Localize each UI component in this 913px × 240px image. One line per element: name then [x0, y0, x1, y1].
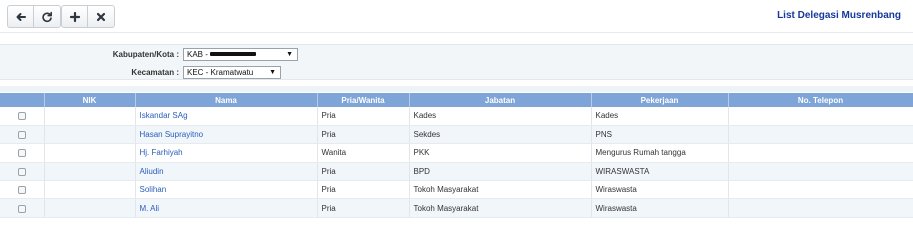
- gender-cell: Pria: [317, 162, 410, 182]
- gender-cell: Pria: [317, 125, 410, 145]
- table-row[interactable]: Iskandar SAg Pria Kades Kades: [0, 107, 913, 126]
- column-header-gender[interactable]: Pria/Wanita: [317, 93, 410, 107]
- row-checkbox[interactable]: [17, 149, 26, 158]
- pekerjaan-cell: Wiraswasta: [591, 180, 729, 200]
- row-checkbox-cell: [0, 162, 45, 182]
- column-header-telepon[interactable]: No. Telepon: [728, 93, 913, 107]
- pekerjaan-cell: Wiraswasta: [591, 198, 729, 218]
- row-checkbox-cell: [0, 143, 45, 163]
- nama-link[interactable]: Iskandar SAg: [135, 107, 318, 126]
- gender-cell: Wanita: [317, 143, 410, 163]
- kecamatan-value: KEC - Kramatwatu: [187, 67, 254, 77]
- row-checkbox-cell: [0, 125, 45, 145]
- jabatan-cell: Tokoh Masyarakat: [409, 198, 592, 218]
- dropdown-arrow-icon: ▼: [269, 68, 276, 76]
- gender-cell: Pria: [317, 180, 410, 200]
- kabupaten-select[interactable]: KAB - ▼: [183, 47, 298, 61]
- filter-row-kabupaten: Kabupaten/Kota : KAB - ▼: [0, 46, 298, 62]
- kabupaten-label: Kabupaten/Kota :: [112, 49, 179, 59]
- row-checkbox[interactable]: [17, 204, 26, 213]
- add-button[interactable]: [62, 6, 88, 27]
- nik-cell: [44, 143, 136, 163]
- refresh-button[interactable]: [34, 6, 60, 27]
- pekerjaan-cell: Mengurus Rumah tangga: [591, 143, 729, 163]
- nik-cell: [44, 125, 136, 145]
- row-checkbox[interactable]: [17, 112, 26, 121]
- nik-cell: [44, 107, 136, 126]
- delegate-table: NIK Nama Pria/Wanita Jabatan Pekerjaan N…: [0, 93, 913, 218]
- jabatan-cell: Tokoh Masyarakat: [409, 180, 592, 200]
- row-checkbox[interactable]: [17, 167, 26, 176]
- nama-link[interactable]: Hasan Suprayitno: [135, 125, 318, 145]
- page-title: List Delegasi Musrenbang: [777, 10, 901, 21]
- row-checkbox-cell: [0, 198, 45, 218]
- telepon-cell: [728, 180, 913, 200]
- telepon-cell: [728, 125, 913, 145]
- column-header-nama[interactable]: Nama: [135, 93, 318, 107]
- table-header-row: NIK Nama Pria/Wanita Jabatan Pekerjaan N…: [0, 93, 913, 107]
- jabatan-cell: BPD: [409, 162, 592, 182]
- jabatan-cell: Sekdes: [409, 125, 592, 145]
- refresh-icon: [42, 11, 52, 22]
- jabatan-cell: PKK: [409, 143, 592, 163]
- grid-toolbar-strip: [0, 86, 913, 92]
- kabupaten-value: KAB -: [187, 49, 208, 59]
- table-row[interactable]: Hasan Suprayitno Pria Sekdes PNS: [0, 125, 913, 145]
- nik-cell: [44, 180, 136, 200]
- plus-icon: [69, 11, 80, 22]
- column-header-nik[interactable]: NIK: [44, 93, 136, 107]
- nav-button-group: [7, 5, 61, 28]
- telepon-cell: [728, 143, 913, 163]
- gender-cell: Pria: [317, 107, 410, 126]
- dropdown-arrow-icon: ▼: [286, 50, 293, 58]
- nama-link[interactable]: M. Ali: [135, 198, 318, 218]
- nik-cell: [44, 162, 136, 182]
- nik-cell: [44, 198, 136, 218]
- table-row[interactable]: M. Ali Pria Tokoh Masyarakat Wiraswasta: [0, 198, 913, 218]
- row-checkbox-cell: [0, 107, 45, 126]
- select-column-header: [0, 93, 45, 107]
- nama-link[interactable]: Aliudin: [135, 162, 318, 182]
- table-row[interactable]: Hj. Farhiyah Wanita PKK Mengurus Rumah t…: [0, 143, 913, 163]
- pekerjaan-cell: Kades: [591, 107, 729, 126]
- column-header-jabatan[interactable]: Jabatan: [409, 93, 592, 107]
- kecamatan-label: Kecamatan :: [131, 67, 179, 77]
- telepon-cell: [728, 107, 913, 126]
- close-icon: [96, 12, 106, 21]
- pekerjaan-cell: PNS: [591, 125, 729, 145]
- delete-button[interactable]: [88, 6, 114, 27]
- column-header-pekerjaan[interactable]: Pekerjaan: [591, 93, 729, 107]
- row-checkbox-cell: [0, 180, 45, 200]
- redacted-text: [209, 52, 256, 57]
- action-button-group: [61, 5, 115, 28]
- table-row[interactable]: Solihan Pria Tokoh Masyarakat Wiraswasta: [0, 180, 913, 200]
- back-button[interactable]: [8, 6, 34, 27]
- pekerjaan-cell: WIRASWASTA: [591, 162, 729, 182]
- telepon-cell: [728, 162, 913, 182]
- nama-link[interactable]: Hj. Farhiyah: [135, 143, 318, 163]
- nama-link[interactable]: Solihan: [135, 180, 318, 200]
- row-checkbox[interactable]: [17, 186, 26, 195]
- arrow-left-icon: [16, 12, 26, 21]
- toolbar: List Delegasi Musrenbang: [0, 0, 913, 33]
- row-checkbox[interactable]: [17, 130, 26, 139]
- kecamatan-select[interactable]: KEC - Kramatwatu ▼: [183, 65, 281, 79]
- gender-cell: Pria: [317, 198, 410, 218]
- filter-row-kecamatan: Kecamatan : KEC - Kramatwatu ▼: [0, 64, 281, 80]
- filter-panel: Kabupaten/Kota : KAB - ▼ Kecamatan : KEC…: [0, 44, 913, 80]
- telepon-cell: [728, 198, 913, 218]
- table-row[interactable]: Aliudin Pria BPD WIRASWASTA: [0, 162, 913, 182]
- jabatan-cell: Kades: [409, 107, 592, 126]
